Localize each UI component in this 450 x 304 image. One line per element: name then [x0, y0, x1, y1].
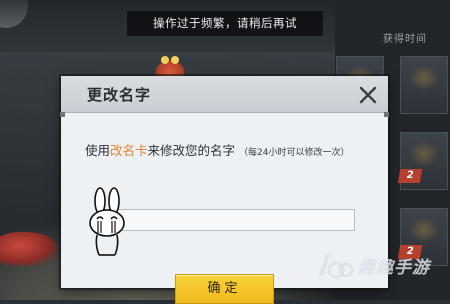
- watermark-text: 趣趣手游: [358, 258, 430, 278]
- rabbit-sticker-icon: [89, 187, 125, 256]
- rename-card-label[interactable]: 改名卡: [110, 143, 148, 158]
- item-thumbnail: [409, 217, 439, 243]
- prompt-hint: （每24小时可以修改一次）: [239, 148, 350, 158]
- prompt-prefix: 使用: [85, 143, 111, 158]
- item-thumbnail: [409, 65, 439, 91]
- inventory-item[interactable]: 2: [397, 132, 448, 190]
- name-input[interactable]: [99, 209, 355, 231]
- prompt-suffix: 来修改您的名字: [147, 143, 236, 158]
- red-vehicle: [0, 232, 58, 266]
- rename-prompt: 使用改名卡来修改您的名字 （每24小时可以修改一次）: [85, 140, 350, 159]
- inventory-header-obtain-time: 获得时间: [383, 34, 427, 45]
- watermark: 趣趣手游: [314, 244, 450, 292]
- watermark-logo-icon: [318, 254, 354, 279]
- item-badge: 2: [397, 169, 423, 183]
- dialog-title: 更改名字: [87, 86, 152, 104]
- item-thumbnail: [409, 141, 439, 167]
- close-icon: [359, 86, 377, 104]
- dialog-header: 更改名字: [61, 76, 388, 113]
- inventory-item[interactable]: [400, 56, 448, 114]
- close-button[interactable]: [357, 84, 379, 106]
- toast-message: 操作过于频繁，请稍后再试: [127, 11, 323, 36]
